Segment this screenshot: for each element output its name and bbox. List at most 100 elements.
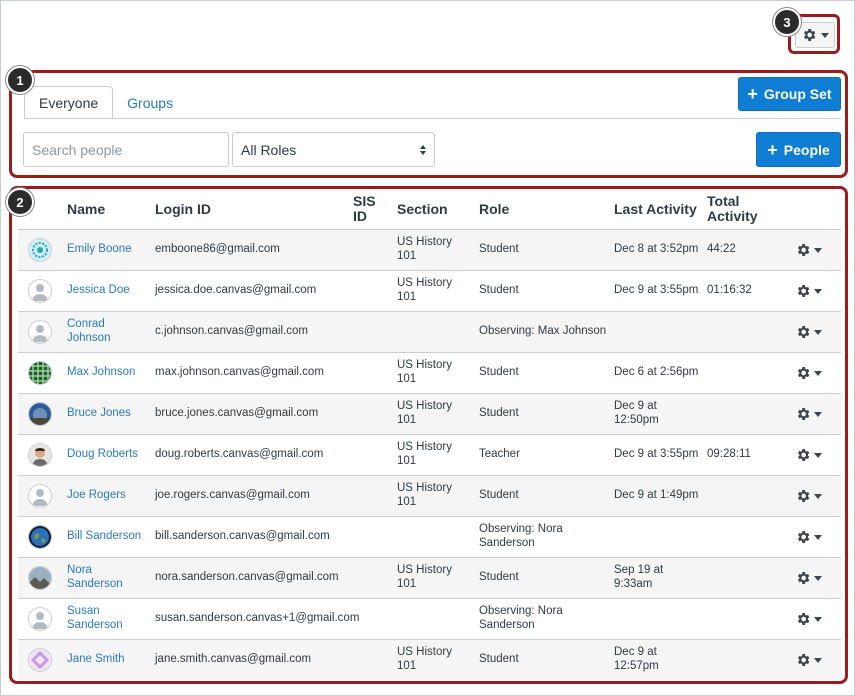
table-row: Bill Sanderson bill.sanderson.canvas@gmai… xyxy=(18,516,841,557)
row-settings-button[interactable] xyxy=(795,529,822,545)
row-settings-button[interactable] xyxy=(795,283,822,299)
search-people-input[interactable] xyxy=(23,132,229,167)
chevron-down-icon xyxy=(814,657,822,663)
avatar[interactable] xyxy=(28,566,52,590)
table-row: Emily Boone emboone86@gmail.com US History… xyxy=(18,229,841,270)
role-cell-line1: Observing: Nora xyxy=(479,523,563,535)
gear-icon xyxy=(798,285,810,297)
tab-groups[interactable]: Groups xyxy=(113,86,187,119)
user-name-link[interactable]: Susan Sanderson xyxy=(67,605,123,632)
row-settings-button[interactable] xyxy=(795,242,822,258)
add-people-button[interactable]: + People xyxy=(756,132,841,167)
last-activity-cell: Dec 9 at 3:55pm xyxy=(614,284,698,298)
chevron-down-icon xyxy=(814,616,822,622)
gear-icon xyxy=(798,449,810,461)
gear-icon xyxy=(798,613,810,625)
user-name-link[interactable]: Emily Boone xyxy=(67,243,132,257)
avatar[interactable] xyxy=(28,361,52,385)
chevron-down-icon xyxy=(814,411,822,417)
user-name-link[interactable]: Nora Sanderson xyxy=(67,564,123,591)
last-activity-cell: Dec 9 at 12:50pm xyxy=(614,400,659,427)
row-settings-button[interactable] xyxy=(795,365,822,381)
table-row: Doug Roberts doug.roberts.canvas@gmail.co… xyxy=(18,434,841,475)
course-settings-button[interactable] xyxy=(795,22,835,48)
header-sis-line2: ID xyxy=(353,208,367,224)
role-cell-line1: Observing: Nora xyxy=(479,605,563,617)
avatar[interactable] xyxy=(28,402,52,426)
avatar[interactable] xyxy=(28,607,52,631)
role-cell: Observing: Max Johnson xyxy=(479,325,606,339)
row-settings-button[interactable] xyxy=(795,406,822,422)
people-tabs: Everyone Groups xyxy=(24,86,187,119)
callout-badge-2: 2 xyxy=(6,188,34,216)
header-name[interactable]: Name xyxy=(67,202,105,217)
table-row: Jessica Doe jessica.doe.canvas@gmail.com U… xyxy=(18,270,841,311)
total-activity-cell: 01:16:32 xyxy=(707,284,752,296)
tab-everyone[interactable]: Everyone xyxy=(24,86,114,119)
section-cell: US History 101 xyxy=(397,359,452,386)
last-activity-cell: Dec 9 at 1:49pm xyxy=(614,489,698,503)
row-settings-button[interactable] xyxy=(795,488,822,504)
section-cell-line2: 101 xyxy=(397,290,417,303)
user-name-link[interactable]: Doug Roberts xyxy=(67,448,138,462)
user-name-link[interactable]: Jane Smith xyxy=(67,653,125,667)
roles-select[interactable]: All Roles xyxy=(232,132,435,167)
user-name-link[interactable]: Max Johnson xyxy=(67,366,135,380)
header-login-id[interactable]: Login ID xyxy=(155,202,211,217)
table-row: Nora Sanderson nora.sanderson.canvas@gmail… xyxy=(18,557,841,598)
user-name-link[interactable]: Joe Rogers xyxy=(67,489,126,503)
avatar[interactable] xyxy=(28,320,52,344)
role-cell-line1: Observing: Max Johnson xyxy=(479,325,607,337)
last-activity-cell: Dec 6 at 2:56pm xyxy=(614,366,698,380)
user-name-link-line1: Bill Sanderson xyxy=(67,530,142,542)
gear-icon xyxy=(798,367,810,379)
section-cell-line1: US History xyxy=(397,236,452,248)
section-cell-line1: US History xyxy=(397,441,452,453)
user-name-link-line1: Jessica Doe xyxy=(67,284,130,296)
section-cell-line1: US History xyxy=(397,359,452,371)
table-row: Conrad Johnson c.johnson.canvas@gmail.com O… xyxy=(18,311,841,352)
last-activity-cell-line1: Dec 9 at 3:55pm xyxy=(614,448,699,460)
user-name-link-line1: Joe Rogers xyxy=(67,489,126,501)
chevron-down-icon xyxy=(814,534,822,540)
user-name-link-line1: Emily Boone xyxy=(67,243,132,255)
avatar[interactable] xyxy=(28,484,52,508)
user-name-link[interactable]: Conrad Johnson xyxy=(67,318,110,345)
header-total-activity[interactable]: Total Activity xyxy=(707,194,758,224)
add-group-set-button[interactable]: + Group Set xyxy=(738,77,841,111)
table-row: Joe Rogers joe.rogers.canvas@gmail.com US … xyxy=(18,475,841,516)
user-name-link[interactable]: Bill Sanderson xyxy=(67,530,141,544)
tab-divider xyxy=(24,118,841,119)
login-id: jane.smith.canvas@gmail.com xyxy=(155,653,312,665)
avatar[interactable] xyxy=(28,525,52,549)
section-cell: US History 101 xyxy=(397,564,452,591)
section-cell: US History 101 xyxy=(397,441,452,468)
avatar[interactable] xyxy=(28,238,52,262)
table-header: Name Login ID SIS ID Section Role Last A… xyxy=(12,189,845,229)
user-name-link[interactable]: Jessica Doe xyxy=(67,284,130,298)
header-section[interactable]: Section xyxy=(397,202,448,217)
user-name-link[interactable]: Bruce Jones xyxy=(67,407,131,421)
section-cell: US History 101 xyxy=(397,400,452,427)
row-settings-button[interactable] xyxy=(795,447,822,463)
avatar[interactable] xyxy=(28,279,52,303)
chevron-down-icon xyxy=(814,247,822,253)
header-sis-id[interactable]: SIS ID xyxy=(353,194,376,224)
row-settings-button[interactable] xyxy=(795,611,822,627)
header-role[interactable]: Role xyxy=(479,202,509,217)
section-cell-line2: 101 xyxy=(397,249,417,262)
row-settings-button[interactable] xyxy=(795,324,822,340)
row-settings-button[interactable] xyxy=(795,570,822,586)
role-cell-line2: Sanderson xyxy=(479,618,535,631)
last-activity-cell: Dec 8 at 3:52pm xyxy=(614,243,698,257)
row-settings-button[interactable] xyxy=(795,652,822,668)
avatar[interactable] xyxy=(28,648,52,672)
table-row: Bruce Jones bruce.jones.canvas@gmail.com U… xyxy=(18,393,841,434)
callout-badge-1: 1 xyxy=(6,66,34,94)
people-table-section: Name Login ID SIS ID Section Role Last A… xyxy=(9,186,848,684)
role-cell: Student xyxy=(479,407,519,421)
avatar[interactable] xyxy=(28,443,52,467)
last-activity-cell-line2: 12:50pm xyxy=(614,413,659,426)
header-last-activity[interactable]: Last Activity xyxy=(614,202,697,217)
header-sis-line1: SIS xyxy=(353,193,376,209)
